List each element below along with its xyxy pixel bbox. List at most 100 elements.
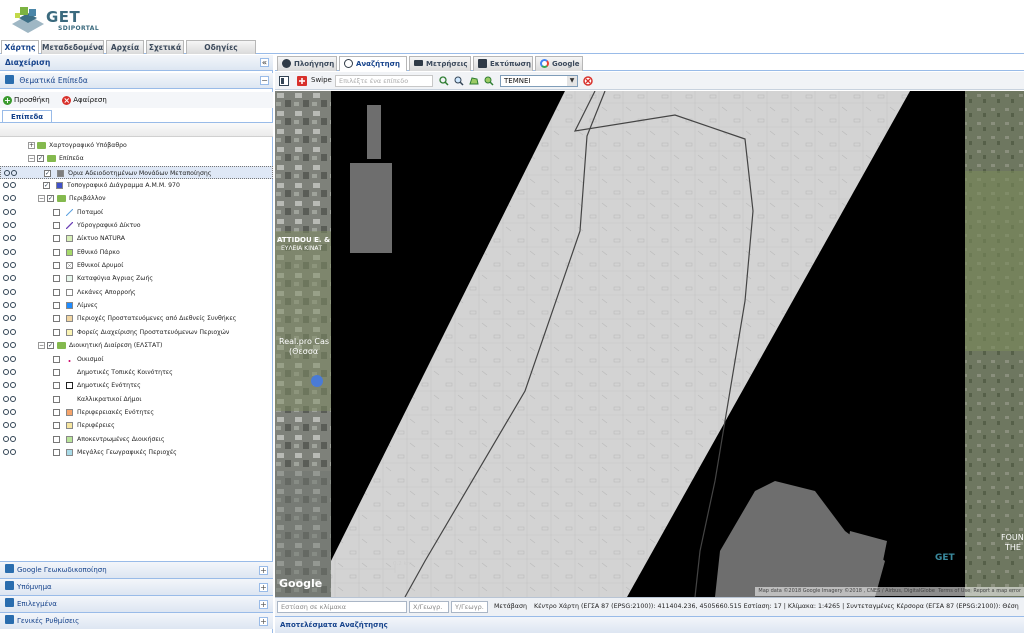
layer-checkbox[interactable] (53, 328, 60, 336)
tab-user-guide[interactable]: Οδηγίες Χρήσης (186, 40, 256, 65)
layer-checkbox[interactable] (53, 302, 60, 310)
expander-icon[interactable]: − (38, 195, 45, 203)
tree-row[interactable]: Δίκτυο NATURA (0, 232, 273, 245)
tree-row[interactable]: Περιφέρειες (0, 419, 273, 432)
tab-print[interactable]: Εκτύπωση (473, 56, 533, 71)
tree-row[interactable]: Καλλικρατικοί Δήμοι (0, 393, 273, 406)
tab-navigation[interactable]: Πλοήγηση (277, 56, 337, 71)
spatial-operation-select[interactable]: ΤΕΜΝΕΙ ▼ (500, 75, 578, 87)
search-results-header[interactable]: Αποτελέσματα Αναζήτησης (275, 616, 1024, 633)
info-icon[interactable] (3, 208, 9, 215)
info-icon[interactable] (3, 302, 9, 309)
info-icon[interactable] (3, 395, 9, 402)
visibility-icon[interactable] (10, 235, 16, 242)
layer-checkbox[interactable] (53, 382, 60, 390)
visibility-icon[interactable] (10, 195, 16, 202)
visibility-icon[interactable] (10, 288, 16, 295)
google-geocoding-section[interactable]: Google Γεωκωδικοποίηση + (0, 561, 273, 578)
tree-row[interactable]: Οικισμοί (0, 353, 273, 366)
layer-select[interactable]: Επιλέξτε ένα επίπεδο (335, 75, 433, 87)
visibility-icon[interactable] (10, 222, 16, 229)
legend-section[interactable]: Υπόμνημα + (0, 578, 273, 595)
select-feature-icon[interactable] (439, 76, 449, 86)
scale-input[interactable]: Εστίαση σε κλίμακα (277, 601, 407, 613)
visibility-icon[interactable] (10, 395, 16, 402)
info-icon[interactable] (3, 328, 9, 335)
tree-row[interactable]: Αποκεντρωμένες Διοικήσεις (0, 433, 273, 446)
tree-row[interactable]: Εθνικοί Δρυμοί (0, 259, 273, 272)
tree-row[interactable]: + Χαρτογραφικό Υπόβαθρο (0, 139, 273, 152)
info-icon[interactable] (3, 342, 9, 349)
layer-checkbox[interactable]: ✓ (37, 155, 44, 163)
tab-measurements[interactable]: Μετρήσεις (409, 56, 471, 71)
info-icon[interactable] (3, 355, 9, 362)
layer-checkbox[interactable] (53, 355, 60, 363)
layer-checkbox[interactable]: ✓ (44, 169, 51, 177)
tree-row[interactable]: ✓ Τοπογραφικό Διάγραμμα Α.Μ.Μ. 970 (0, 179, 273, 192)
info-icon[interactable] (3, 235, 9, 242)
info-icon[interactable] (3, 248, 9, 255)
visibility-icon[interactable] (10, 248, 16, 255)
layer-checkbox[interactable] (53, 235, 60, 243)
visibility-icon[interactable] (10, 328, 16, 335)
general-settings-section[interactable]: Γενικές Ρυθμίσεις + (0, 612, 273, 629)
visibility-icon[interactable] (10, 408, 16, 415)
tree-row[interactable]: − ✓ Επίπεδα (0, 152, 273, 165)
swipe-icon[interactable] (297, 76, 307, 86)
collapse-left-icon[interactable]: « (260, 58, 269, 67)
layer-checkbox[interactable] (53, 448, 60, 456)
layer-checkbox[interactable]: ✓ (43, 182, 50, 190)
layer-checkbox[interactable] (53, 435, 60, 443)
info-icon[interactable] (3, 262, 9, 269)
x-coordinate-input[interactable]: Χ/Γεωγρ. (409, 601, 449, 613)
layer-checkbox[interactable] (53, 208, 60, 216)
tree-row[interactable]: Φορείς Διαχείρισης Προστατευόμενων Περιο… (0, 326, 273, 339)
info-icon[interactable] (4, 169, 10, 176)
expander-icon[interactable]: − (28, 155, 35, 163)
report-link[interactable]: Report a map error (973, 588, 1021, 594)
layer-checkbox[interactable] (53, 288, 60, 296)
visibility-icon[interactable] (10, 448, 16, 455)
selected-section[interactable]: Επιλεγμένα + (0, 595, 273, 612)
tree-row[interactable]: Ποταμοί (0, 206, 273, 219)
layer-checkbox[interactable] (53, 262, 60, 270)
tree-row[interactable]: Λεκάνες Απορροής (0, 286, 273, 299)
tab-map[interactable]: Χάρτης (1, 40, 39, 54)
layer-checkbox[interactable] (53, 408, 60, 416)
tree-row[interactable]: ✓ Όρια Αδειοδοτημένων Μονάδων Μεταποίησης (0, 165, 273, 180)
expand-icon[interactable]: + (259, 600, 268, 609)
expand-icon[interactable]: + (259, 583, 268, 592)
info-icon[interactable] (3, 182, 9, 189)
layer-checkbox[interactable] (53, 422, 60, 430)
visibility-icon[interactable] (10, 382, 16, 389)
layer-checkbox[interactable]: ✓ (47, 195, 54, 203)
visibility-icon[interactable] (10, 182, 16, 189)
visibility-icon[interactable] (10, 435, 16, 442)
minimize-icon[interactable]: − (260, 76, 269, 85)
remove-layer-button[interactable]: × Αφαίρεση (62, 92, 107, 108)
info-icon[interactable] (3, 315, 9, 322)
info-icon[interactable] (3, 288, 9, 295)
tree-row[interactable]: − ✓ Διοικητική Διαίρεση (ΕΛΣΤΑΤ) (0, 339, 273, 352)
layer-checkbox[interactable]: ✓ (47, 342, 54, 350)
info-icon[interactable] (3, 408, 9, 415)
tree-row[interactable]: Περιοχές Προστατευόμενες από Διεθνείς Συ… (0, 312, 273, 325)
tree-row[interactable]: Εθνικό Πάρκο (0, 246, 273, 259)
zoom-select-icon[interactable] (454, 76, 464, 86)
tree-row[interactable]: Περιφερειακές Ενότητες (0, 406, 273, 419)
layer-checkbox[interactable] (53, 368, 60, 376)
tab-files[interactable]: Αρχεία (106, 40, 144, 54)
layout-toggle-icon[interactable] (279, 76, 289, 86)
visibility-icon[interactable] (11, 169, 17, 176)
buffer-select-icon[interactable] (484, 76, 494, 86)
visibility-icon[interactable] (10, 275, 16, 282)
y-coordinate-input[interactable]: Υ/Γεωγρ. (451, 601, 488, 613)
visibility-icon[interactable] (10, 368, 16, 375)
tree-row[interactable]: Μεγάλες Γεωγραφικές Περιοχές (0, 446, 273, 459)
info-icon[interactable] (3, 448, 9, 455)
visibility-icon[interactable] (10, 315, 16, 322)
layer-checkbox[interactable] (53, 275, 60, 283)
thematic-layers-header[interactable]: Θεματικά Επίπεδα − (0, 73, 273, 89)
tree-row[interactable]: − ✓ Περιβάλλον (0, 192, 273, 205)
go-to-button[interactable]: Μετάβαση (494, 603, 527, 610)
